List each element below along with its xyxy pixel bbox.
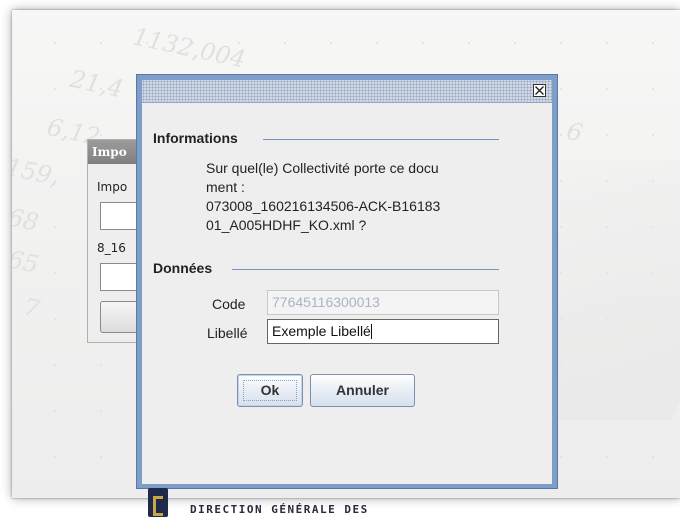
code-field[interactable]: 77645116300013: [267, 290, 499, 315]
collectivite-dialog: Informations Sur quel(le) Collectivité p…: [136, 74, 558, 489]
information-line: Sur quel(le) Collectivité porte ce docu: [206, 160, 439, 176]
footer-text: DIRECTION GÉNÉRALE DES: [190, 503, 369, 516]
information-line: 01_A005HDHF_KO.xml ?: [206, 217, 367, 233]
libelle-label: Libellé: [207, 325, 248, 341]
donnees-divider: [232, 269, 499, 270]
dialog-content: Informations Sur quel(le) Collectivité p…: [142, 103, 552, 484]
cancel-button[interactable]: Annuler: [310, 374, 415, 407]
donnees-section-title: Données: [153, 260, 213, 276]
text-caret: [370, 324, 372, 339]
information-message: Sur quel(le) Collectivité porte ce docu …: [206, 159, 506, 235]
libelle-field[interactable]: Exemple Libellé: [267, 319, 499, 344]
informations-section-title: Informations: [153, 130, 238, 146]
information-line: 073008_160216134506-ACK-B16183: [206, 198, 441, 214]
logo-mark: [153, 496, 163, 516]
libelle-value: Exemple Libellé: [272, 323, 371, 339]
code-label: Code: [212, 296, 246, 312]
focus-ring: [243, 380, 297, 401]
close-icon[interactable]: [533, 84, 546, 97]
informations-divider: [263, 139, 499, 140]
dialog-titlebar[interactable]: [142, 80, 552, 103]
import-label-2: 8_16: [97, 241, 126, 255]
import-label: Impo: [97, 180, 128, 194]
ok-button[interactable]: Ok: [237, 374, 303, 407]
information-line: ment :: [206, 179, 245, 195]
cancel-button-label: Annuler: [336, 382, 389, 398]
logo-icon: [148, 488, 168, 517]
